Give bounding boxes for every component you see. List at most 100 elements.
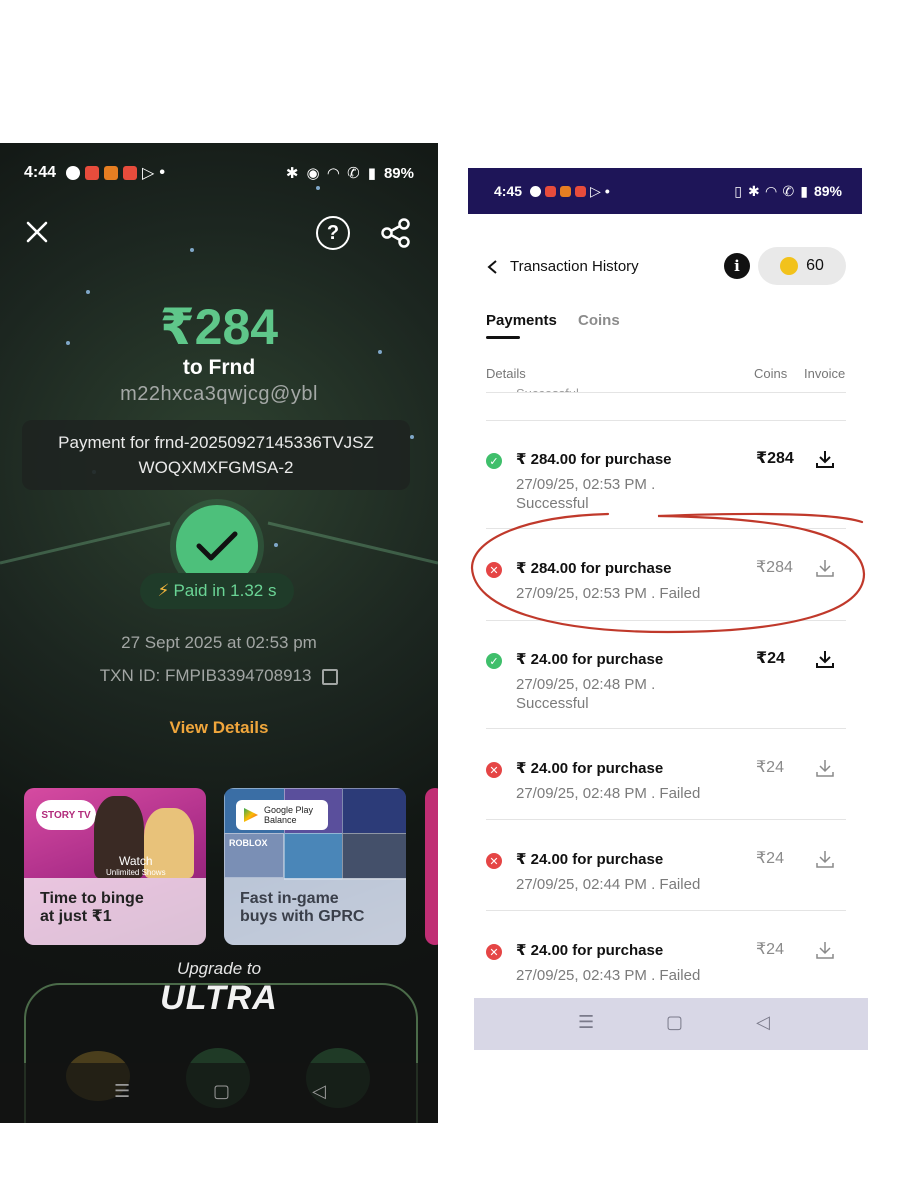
google-play-badge: Google Play Balance xyxy=(236,800,328,830)
divider xyxy=(486,620,846,621)
transaction-subtitle: 27/09/25, 02:48 PM . Successful xyxy=(516,676,656,712)
transaction-id-text: TXN ID: FMPIB3394708913 xyxy=(99,666,312,685)
success-check-icon: ✓ xyxy=(486,653,502,669)
bluetooth-icon: ✱ xyxy=(285,165,299,182)
scrolled-row-peek: Successful xyxy=(516,386,579,392)
promo-card-story-tv[interactable]: STORY TV Watch Unlimited Shows Time to b… xyxy=(24,788,206,945)
vibrate-icon: ▯ xyxy=(734,182,742,199)
transaction-row[interactable]: ✕ ₹ 24.00 for purchase 27/09/25, 02:43 PM … xyxy=(468,917,864,1007)
transaction-title: ₹ 284.00 for purchase xyxy=(516,451,672,468)
lightning-icon: ⚡ xyxy=(157,581,170,600)
status-bar: 4:44 ▷ • ✱ ◉ ◠ ✆ ▮ 89% xyxy=(24,163,414,183)
download-invoice-icon[interactable] xyxy=(814,757,836,779)
copy-icon[interactable] xyxy=(322,668,339,685)
app-notification-icon xyxy=(575,185,587,197)
wifi-icon: ◠ xyxy=(765,182,777,199)
download-invoice-icon[interactable] xyxy=(814,848,836,870)
status-time: 4:45 xyxy=(494,183,523,199)
paid-time-label: Paid in 1.32 s xyxy=(173,581,277,600)
call-icon: ✆ xyxy=(347,165,360,182)
divider xyxy=(486,910,846,911)
status-bar: 4:45 ▷ • ▯ ✱ ◠ ✆ ▮ 89% xyxy=(468,168,862,214)
navigation-bar: ☰ ▢ ◁ xyxy=(474,998,868,1050)
download-invoice-icon[interactable] xyxy=(814,939,836,961)
confetti-dot xyxy=(86,290,90,294)
transaction-title: ₹ 24.00 for purchase xyxy=(516,651,664,668)
divider xyxy=(486,819,846,820)
notification-icons: ▷ • xyxy=(530,183,610,200)
chat-icon xyxy=(66,166,81,180)
download-invoice-icon[interactable] xyxy=(814,448,836,470)
confetti-dot xyxy=(410,435,414,439)
home-icon[interactable]: ▢ xyxy=(666,1012,683,1033)
transaction-amount: ₹24 xyxy=(756,759,784,776)
app-notification-icon xyxy=(85,166,100,180)
more-dot-icon: • xyxy=(604,183,610,199)
info-icon[interactable]: i xyxy=(724,253,750,279)
transaction-row[interactable]: ✕ ₹ 24.00 for purchase 27/09/25, 02:44 PM … xyxy=(468,826,864,916)
transaction-date: 27 Sept 2025 at 02:53 pm xyxy=(121,633,317,652)
home-icon[interactable]: ▢ xyxy=(213,1081,230,1102)
coin-balance[interactable]: 60 xyxy=(758,247,846,285)
call-icon: ✆ xyxy=(782,182,795,199)
share-icon[interactable] xyxy=(380,217,412,249)
failed-x-icon: ✕ xyxy=(486,762,502,778)
divider xyxy=(486,728,846,729)
close-icon[interactable] xyxy=(24,219,50,245)
navigation-bar: ☰ ▢ ◁ xyxy=(0,1063,438,1123)
back-icon[interactable]: ◁ xyxy=(312,1081,326,1102)
notification-icons: ▷ • xyxy=(66,163,165,183)
transaction-title: ₹ 24.00 for purchase xyxy=(516,942,664,959)
transaction-history-screen: 4:45 ▷ • ▯ ✱ ◠ ✆ ▮ 89% Transaction Histo… xyxy=(468,168,868,1050)
upgrade-label: Upgrade to xyxy=(176,959,262,978)
recipient-name: to Frnd xyxy=(182,356,256,379)
promo-caption-line: Time to binge xyxy=(40,890,144,907)
back-icon[interactable]: ◁ xyxy=(756,1012,770,1033)
promo-card-google-play[interactable]: ROBLOX Google Play Balance Fast in-game … xyxy=(224,788,406,945)
transaction-row[interactable]: ✓ ₹ 284.00 for purchase 27/09/25, 02:53 PM… xyxy=(468,426,864,516)
upi-id: m22hxca3qwjcg@ybl xyxy=(120,383,318,405)
transaction-id: TXN ID: FMPIB3394708913 xyxy=(0,666,438,686)
view-details-link[interactable]: View Details xyxy=(0,718,438,738)
transaction-amount: ₹24 xyxy=(756,941,784,958)
location-icon: ◉ xyxy=(306,165,320,182)
transaction-amount: ₹284 xyxy=(756,450,794,467)
transaction-amount: ₹24 xyxy=(756,850,784,867)
play-store-icon: ▷ xyxy=(142,165,155,182)
promo-card-caption: Time to binge at just ₹1 xyxy=(24,878,206,945)
tab-coins[interactable]: Coins xyxy=(578,312,620,329)
more-dot-icon: • xyxy=(159,164,165,181)
download-invoice-icon[interactable] xyxy=(814,648,836,670)
story-tv-logo: STORY TV xyxy=(36,800,96,830)
ultra-title[interactable]: ULTRA xyxy=(0,979,438,1018)
promo-card-peek[interactable] xyxy=(425,788,438,945)
transaction-title: ₹ 24.00 for purchase xyxy=(516,851,664,868)
coin-count: 60 xyxy=(806,257,824,274)
transaction-row[interactable]: ✕ ₹ 284.00 for purchase 27/09/25, 02:53 PM… xyxy=(468,535,864,625)
failed-x-icon: ✕ xyxy=(486,562,502,578)
promo-watch-text: Watch Unlimited Shows xyxy=(106,854,166,877)
promo-caption-line: at just ₹1 xyxy=(40,908,112,925)
download-invoice-icon[interactable] xyxy=(814,557,836,579)
help-icon[interactable]: ? xyxy=(316,216,350,250)
failed-x-icon: ✕ xyxy=(486,944,502,960)
back-arrow-icon[interactable] xyxy=(486,260,500,274)
transaction-subtitle: 27/09/25, 02:44 PM . Failed xyxy=(516,876,701,893)
column-header-invoice: Invoice xyxy=(804,366,846,381)
transaction-amount: ₹284 xyxy=(756,559,793,576)
wifi-icon: ◠ xyxy=(327,165,340,182)
battery-level: 89% xyxy=(813,183,842,199)
recent-apps-icon[interactable]: ☰ xyxy=(114,1081,130,1102)
transaction-row[interactable]: ✓ ₹ 24.00 for purchase 27/09/25, 02:48 PM … xyxy=(468,626,864,716)
recent-apps-icon[interactable]: ☰ xyxy=(578,1012,594,1033)
payment-success-screen: 4:44 ▷ • ✱ ◉ ◠ ✆ ▮ 89% ? ₹284 to Frnd m2… xyxy=(0,143,438,1123)
tab-payments[interactable]: Payments xyxy=(486,312,557,329)
coin-icon xyxy=(780,257,799,275)
column-header-details: Details xyxy=(486,366,526,381)
transaction-row[interactable]: ✕ ₹ 24.00 for purchase 27/09/25, 02:48 PM … xyxy=(468,735,864,825)
app-notification-icon xyxy=(560,185,572,197)
google-play-badge-sub: Balance xyxy=(264,815,297,825)
transaction-title: ₹ 24.00 for purchase xyxy=(516,760,664,777)
success-check-icon: ✓ xyxy=(486,453,502,469)
paid-time-badge: ⚡ Paid in 1.32 s xyxy=(140,573,294,609)
